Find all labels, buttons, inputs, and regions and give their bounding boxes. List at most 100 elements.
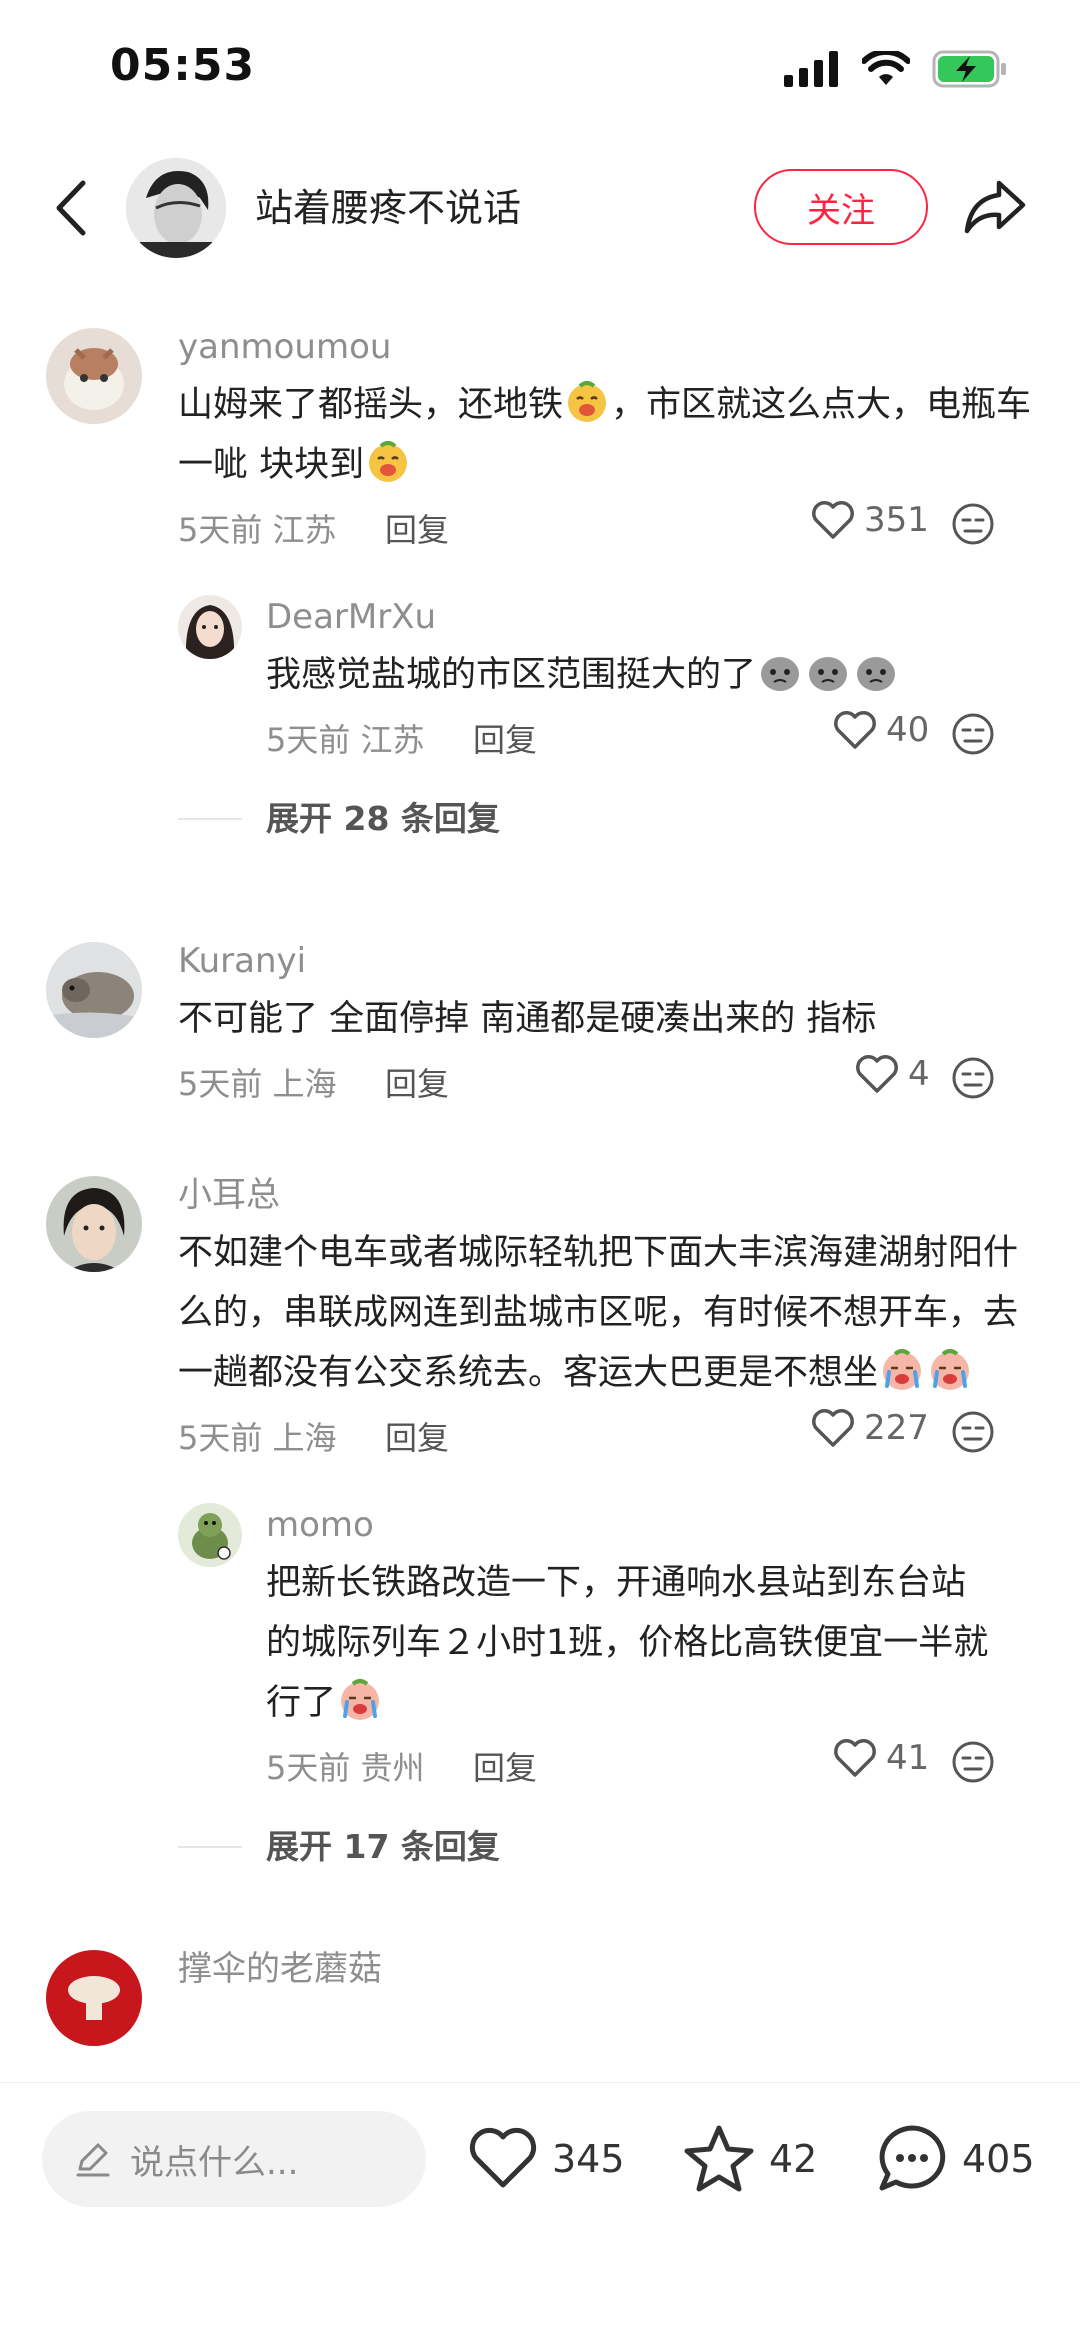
comment-text-part: 山姆来了都摇头，还地铁 (178, 385, 564, 425)
expand-divider (178, 818, 242, 820)
reply-button[interactable]: 回复 (473, 1743, 537, 1789)
status-bar: 05:53 (0, 0, 1080, 140)
comment-location: 上海 (272, 1065, 337, 1103)
comment-location: 上海 (272, 1419, 337, 1457)
post-like-count: 345 (552, 2137, 625, 2181)
share-icon (964, 180, 1026, 234)
comment-item: 撑伞的老蘑菇 (0, 1947, 1080, 2046)
reply-location: 贵州 (360, 1749, 425, 1787)
reply-time: 5天前 贵州 (266, 1749, 425, 1787)
battery-charging-icon (932, 50, 1006, 88)
commenter-name[interactable]: 撑伞的老蘑菇 (178, 1947, 1040, 1991)
dislike-face-icon[interactable] (950, 1409, 996, 1455)
heart-outline-icon (834, 1739, 876, 1777)
share-button[interactable] (960, 174, 1030, 240)
follow-button[interactable]: 关注 (754, 169, 928, 245)
like-button[interactable]: 41 (832, 1737, 929, 1779)
back-button[interactable] (40, 176, 100, 240)
wifi-icon (862, 51, 910, 85)
like-button[interactable]: 227 (810, 1407, 929, 1449)
commenter-avatar[interactable] (46, 328, 142, 424)
replier-avatar[interactable] (178, 595, 242, 659)
laughing-emoji-icon (568, 381, 607, 422)
crying-emoji-icon (341, 1679, 380, 1720)
status-icons (784, 50, 1008, 88)
comment-text[interactable]: 山姆来了都摇头，还地铁 ，市区就这么点大，电瓶车一呲 块块到 (178, 375, 1040, 495)
like-button[interactable]: 40 (832, 709, 929, 751)
post-favorite-count: 42 (769, 2137, 818, 2181)
heart-outline-icon (469, 2127, 537, 2188)
replier-avatar[interactable] (178, 1503, 242, 1567)
reply-location: 江苏 (360, 721, 425, 759)
comment-item: Kuranyi 不可能了 全面停掉 南通都是硬凑出来的 指标 5天前 上海 回复… (0, 939, 1080, 1113)
expand-replies-label[interactable]: 展开 28 条回复 (266, 789, 1040, 849)
commenter-avatar[interactable] (46, 1176, 142, 1272)
post-like-button[interactable]: 345 (468, 2123, 625, 2195)
comment-time: 5天前 江苏 (178, 511, 337, 549)
reply-button[interactable]: 回复 (385, 1413, 449, 1459)
reply-text[interactable]: 我感觉盐城的市区范围挺大的了 (266, 645, 1000, 705)
comment-item: 小耳总 不如建个电车或者城际轻轨把下面大丰滨海建湖射阳什么的，串联成网连到盐城市… (0, 1173, 1080, 1877)
reply-text[interactable]: 把新长铁路改造一下，开通响水县站到东台站的城际列车２小时1班，价格比高铁便宜一半… (266, 1553, 1000, 1733)
like-count: 351 (864, 500, 929, 540)
laughing-emoji-icon (369, 441, 408, 482)
expand-replies[interactable]: 展开 28 条回复 (178, 789, 1040, 849)
like-count: 41 (886, 1738, 930, 1778)
replier-name[interactable]: momo (266, 1503, 1000, 1547)
reply-button[interactable]: 回复 (473, 715, 537, 761)
post-comment-count: 405 (962, 2137, 1035, 2181)
author-avatar[interactable] (126, 158, 226, 258)
like-count: 4 (908, 1054, 930, 1094)
comment-time: 5天前 上海 (178, 1065, 337, 1103)
reply-meta: 5天前 贵州 回复 41 (266, 1733, 1000, 1797)
like-count: 227 (864, 1408, 929, 1448)
comment-meta: 5天前 上海 回复 4 (178, 1049, 1040, 1113)
expand-replies[interactable]: 展开 17 条回复 (178, 1817, 1040, 1877)
expand-replies-label[interactable]: 展开 17 条回复 (266, 1817, 1040, 1877)
crying-emoji-icon (883, 1349, 922, 1390)
author-name[interactable]: 站着腰疼不说话 (255, 178, 521, 238)
heart-outline-icon (812, 501, 854, 539)
reply-item: momo 把新长铁路改造一下，开通响水县站到东台站的城际列车２小时1班，价格比高… (178, 1503, 1040, 1797)
reply-meta: 5天前 江苏 回复 40 (266, 705, 1000, 769)
star-outline-icon (684, 2125, 754, 2192)
comment-location: 江苏 (272, 511, 337, 549)
dislike-face-icon[interactable] (950, 1055, 996, 1101)
comment-time: 5天前 上海 (178, 1419, 337, 1457)
post-favorite-button[interactable]: 42 (683, 2123, 817, 2195)
comment-input[interactable]: 说点什么... (42, 2111, 426, 2207)
reply-time: 5天前 江苏 (266, 721, 425, 759)
bottom-action-bar: 说点什么... 345 42 405 (0, 2082, 1080, 2337)
post-comment-button[interactable]: 405 (876, 2123, 1035, 2195)
chat-bubble-icon (879, 2125, 946, 2191)
like-button[interactable]: 4 (854, 1053, 930, 1095)
crying-emoji-icon (931, 1349, 970, 1390)
comment-meta: 5天前 江苏 回复 351 (178, 495, 1040, 559)
commenter-name[interactable]: 小耳总 (178, 1173, 1040, 1217)
sad-potato-emoji-icon (761, 657, 800, 691)
comment-input-placeholder: 说点什么... (130, 2142, 299, 2183)
dislike-face-icon[interactable] (950, 501, 996, 547)
reply-button[interactable]: 回复 (385, 505, 449, 551)
dislike-face-icon[interactable] (950, 711, 996, 757)
commenter-name[interactable]: Kuranyi (178, 939, 1040, 983)
sad-potato-emoji-icon (857, 657, 896, 691)
reply-button[interactable]: 回复 (385, 1059, 449, 1105)
like-count: 40 (886, 710, 930, 750)
comment-list[interactable]: yanmoumou 山姆来了都摇头，还地铁 ，市区就这么点大，电瓶车一呲 块块到 … (0, 325, 1080, 2082)
comment-text[interactable]: 不可能了 全面停掉 南通都是硬凑出来的 指标 (178, 989, 1040, 1049)
post-header: 站着腰疼不说话 关注 (0, 150, 1080, 265)
reply-text-part: 我感觉盐城的市区范围挺大的了 (266, 655, 757, 695)
dislike-face-icon[interactable] (950, 1739, 996, 1785)
commenter-name[interactable]: yanmoumou (178, 325, 1040, 369)
heart-outline-icon (856, 1055, 898, 1093)
expand-divider (178, 1846, 242, 1848)
replier-name[interactable]: DearMrXu (266, 595, 1000, 639)
status-time: 05:53 (110, 40, 256, 91)
comment-text[interactable]: 不如建个电车或者城际轻轨把下面大丰滨海建湖射阳什么的，串联成网连到盐城市区呢，有… (178, 1223, 1040, 1403)
commenter-avatar[interactable] (46, 942, 142, 1038)
like-button[interactable]: 351 (810, 499, 929, 541)
comment-item: yanmoumou 山姆来了都摇头，还地铁 ，市区就这么点大，电瓶车一呲 块块到 … (0, 325, 1080, 849)
commenter-avatar[interactable] (46, 1950, 142, 2046)
cellular-signal-icon (784, 51, 838, 87)
